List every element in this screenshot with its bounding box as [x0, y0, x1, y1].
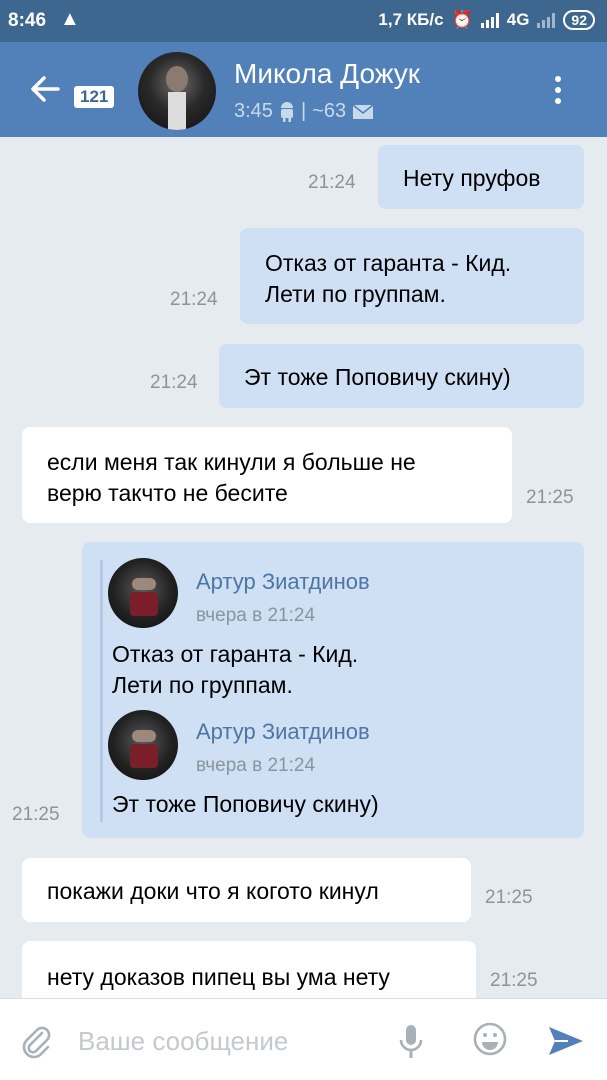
status-indicators: 1,7 КБ/с ⏰ 4G 92 [378, 10, 595, 30]
envelope-icon [352, 103, 374, 119]
message-time: 21:24 [150, 372, 198, 393]
status-bar: 8:46 ▲ 1,7 КБ/с ⏰ 4G 92 [0, 0, 607, 42]
paperclip-icon[interactable] [18, 1023, 54, 1059]
send-icon[interactable] [546, 1023, 586, 1059]
status-separator: | [300, 100, 307, 122]
outgoing-message[interactable]: Нету пруфов [378, 145, 584, 209]
message-time: 21:24 [170, 289, 218, 310]
network-type: 4G [506, 10, 530, 29]
forwarded-date: вчера в 21:24 [196, 605, 316, 626]
network-speed: 1,7 КБ/с [378, 10, 444, 29]
message-time: 21:25 [526, 487, 574, 508]
message-text: покажи доки что я когото кинул [47, 878, 379, 904]
forwarded-text: Отказ от гаранта - Кид. [112, 641, 359, 667]
more-options-button[interactable] [548, 70, 568, 110]
message-time: 21:24 [308, 172, 356, 193]
signal-strength-icon [480, 12, 499, 28]
forwarded-message-bubble[interactable]: Артур Зиатдинов вчера в 21:24 Отказ от г… [82, 542, 584, 838]
emoji-icon[interactable] [472, 1021, 508, 1057]
forwarded-author-name[interactable]: Артур Зиатдинов [196, 716, 370, 747]
incoming-message[interactable]: покажи доки что я когото кинул [22, 858, 471, 922]
forwarded-author-name[interactable]: Артур Зиатдинов [196, 566, 370, 597]
contact-name[interactable]: Микола Дожук [234, 58, 420, 90]
contact-avatar[interactable] [138, 52, 216, 130]
forwarded-text: Эт тоже Поповичу скину) [112, 791, 379, 817]
more-dot-icon [555, 87, 561, 93]
message-time: 21:25 [490, 970, 538, 991]
message-text: верю такчто не бесите [47, 480, 288, 506]
forwarded-author-avatar[interactable] [108, 710, 178, 780]
secondary-signal-icon [537, 12, 556, 28]
message-input[interactable] [78, 1021, 378, 1061]
forward-indicator-line [100, 560, 103, 822]
message-text: Нету пруфов [403, 165, 541, 191]
unread-mail-count: ~63 [312, 100, 347, 122]
warning-icon: ▲ [60, 8, 80, 30]
android-icon [280, 101, 293, 122]
forwarded-date: вчера в 21:24 [196, 755, 316, 776]
message-text: нету доказов пипец вы ума нету [47, 964, 390, 990]
back-arrow-icon [31, 76, 60, 102]
alarm-clock-icon: ⏰ [451, 10, 473, 29]
more-dot-icon [555, 76, 561, 82]
message-text: если меня так кинули я больше не [47, 449, 416, 475]
message-text: Эт тоже Поповичу скину) [244, 364, 511, 390]
battery-indicator: 92 [563, 10, 595, 30]
outgoing-message[interactable]: Отказ от гаранта - Кид. Лети по группам. [240, 228, 584, 324]
more-dot-icon [555, 98, 561, 104]
message-time: 21:25 [12, 804, 60, 825]
forwarded-text: Лети по группам. [112, 672, 293, 698]
message-text: Отказ от гаранта - Кид. [265, 250, 512, 276]
back-button[interactable]: 121 [28, 72, 115, 112]
unread-count-badge: 121 [74, 86, 115, 108]
message-text: Лети по группам. [265, 281, 446, 307]
incoming-message[interactable]: нету доказов пипец вы ума нету [22, 941, 476, 1005]
forwarded-author-avatar[interactable] [108, 558, 178, 628]
status-time: 8:46 [8, 10, 47, 31]
message-composer [0, 998, 607, 1080]
last-seen-time: 3:45 [234, 100, 273, 122]
outgoing-message[interactable]: Эт тоже Поповичу скину) [219, 344, 584, 408]
microphone-icon[interactable] [396, 1023, 426, 1061]
message-time: 21:25 [485, 887, 533, 908]
chat-header: 121 Микола Дожук 3:45 | ~63 [0, 42, 607, 137]
contact-status: 3:45 | ~63 [234, 100, 374, 123]
incoming-message[interactable]: если меня так кинули я больше не верю та… [22, 427, 512, 523]
